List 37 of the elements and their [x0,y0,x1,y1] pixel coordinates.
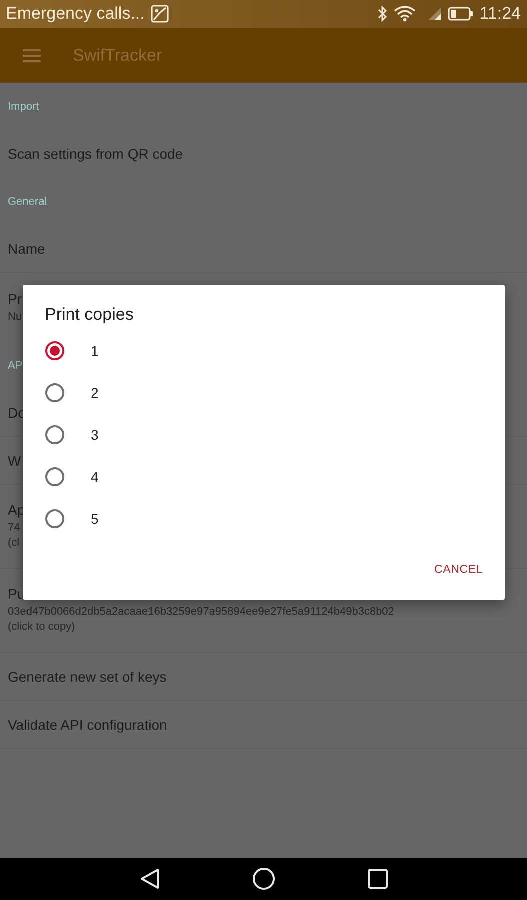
radio-button[interactable] [45,341,65,361]
item-title: Name [8,240,46,256]
item-title: W [8,452,22,468]
picture-icon [150,5,169,23]
option-label[interactable]: 1 [91,343,99,359]
bluetooth-icon [378,6,388,22]
radio-button[interactable] [45,383,65,403]
notification-text: Emergency calls... [6,4,145,24]
item-summary: (click to copy) [8,620,76,635]
cancel-button[interactable]: CANCEL [426,556,491,584]
battery-icon [448,7,474,21]
home-icon[interactable] [252,867,276,891]
radio-button[interactable] [45,467,65,487]
option-label[interactable]: 5 [91,511,99,527]
clock-time: 11:24 [480,4,521,24]
recents-icon[interactable] [368,869,388,889]
radio-button[interactable] [45,509,65,529]
section-header: AP [8,360,23,372]
option-label[interactable]: 3 [91,427,99,443]
section-header: General [8,196,48,208]
option-label[interactable]: 4 [91,469,99,485]
option-label[interactable]: 2 [91,385,99,401]
signal-icon [428,7,442,21]
item-title: Pr [8,290,22,306]
item-summary: (cl [8,536,20,551]
item-title: Generate new set of keys [8,668,167,684]
item-summary: 03ed47b0066d2db5a2acaae16b3259e97a95894ee9e27fe5a91124b49b3c8b02 [8,605,394,620]
item-title: Scan settings from QR code [8,146,184,162]
item-summary: 74 [8,521,20,536]
back-icon[interactable] [140,868,160,890]
app-title: SwifTracker [73,46,162,66]
dialog-title: Print copies [45,305,134,325]
wifi-icon [394,6,416,22]
item-summary: Nu [8,310,22,324]
radio-button[interactable] [45,425,65,445]
section-header: Import [8,100,40,112]
item-title: Validate API configuration [8,716,168,732]
